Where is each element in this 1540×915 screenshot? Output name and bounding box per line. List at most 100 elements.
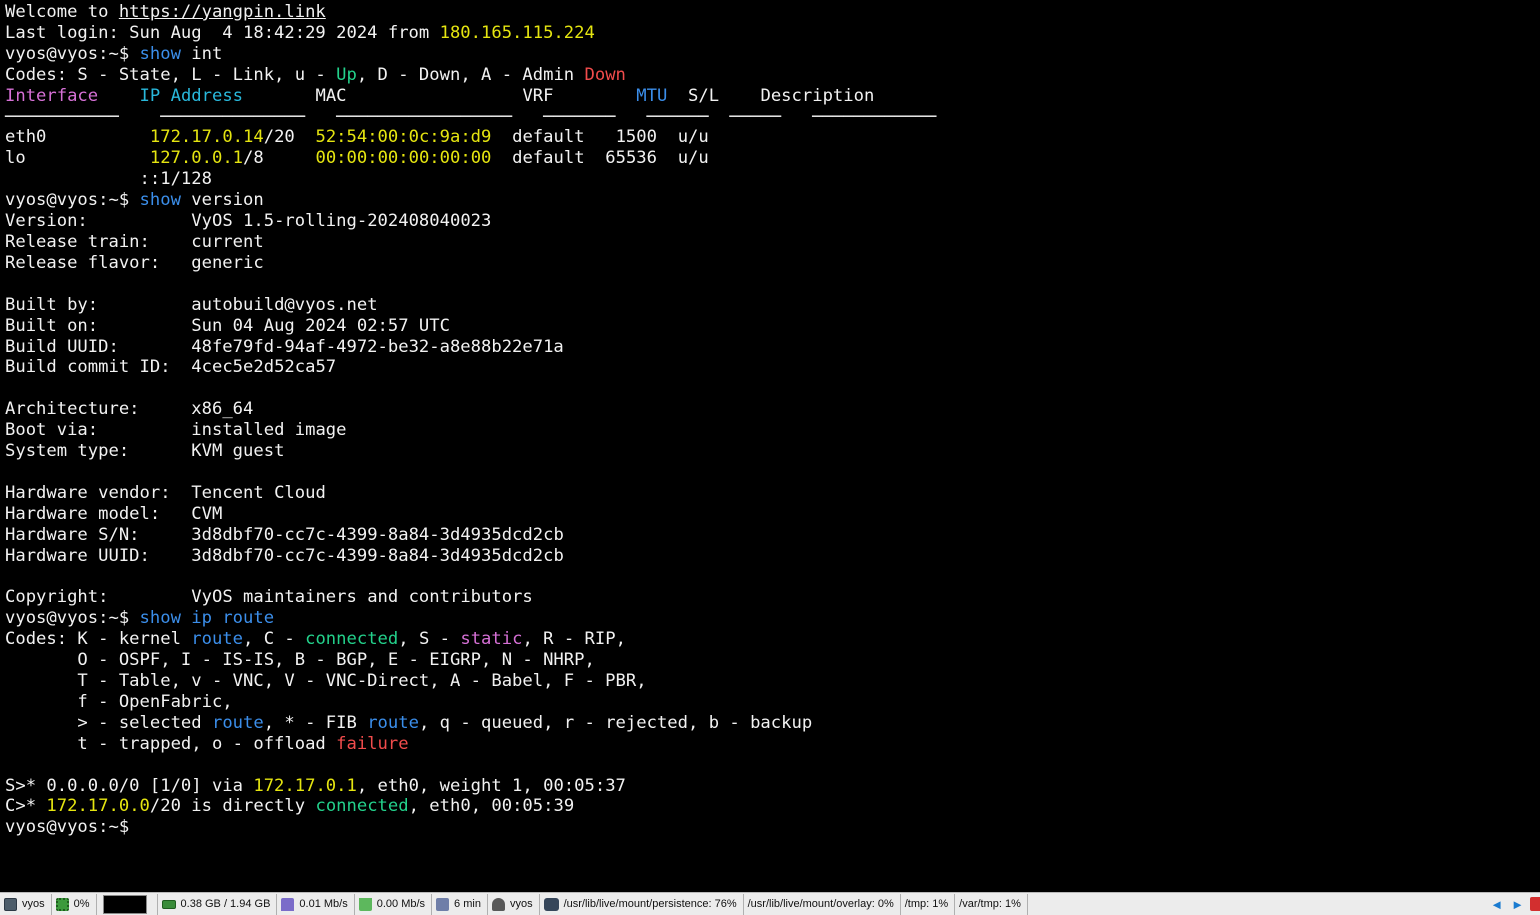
command-keyword: show <box>139 43 181 64</box>
version-key: Hardware vendor: <box>5 482 171 503</box>
version-key: Hardware UUID: <box>5 545 150 566</box>
int-codes-text: , D - Down, A - Admin <box>356 64 585 85</box>
int-codes-line: Codes: S - State, L - Link, u - Up, D - … <box>5 65 1540 86</box>
last-login-line: Last login: Sun Aug 4 18:42:29 2024 from… <box>5 23 1540 44</box>
header-description: Description <box>760 85 875 106</box>
scroll-left-icon[interactable]: ◄ <box>1486 894 1507 915</box>
host-indicator[interactable]: vyos <box>0 893 52 915</box>
version-row: Hardware UUID: 3d8dbf70-cc7c-4399-8a84-3… <box>5 546 1540 567</box>
disk-overlay-label: /usr/lib/live/mount/overlay: 0% <box>747 898 894 910</box>
clock-icon <box>436 897 450 911</box>
disk-vartmp-label: /var/tmp: 1% <box>959 898 1021 910</box>
cpu-indicator[interactable]: 0% <box>52 893 97 915</box>
command-keyword: show <box>139 190 181 211</box>
ram-indicator[interactable]: 0.38 GB / 1.94 GB <box>158 893 278 915</box>
version-key: Architecture: <box>5 399 140 420</box>
code-route: route <box>191 629 244 650</box>
version-value: installed image <box>191 420 347 441</box>
welcome-line: Welcome to https://yangpin.link <box>5 2 1540 23</box>
command-keyword: show <box>139 608 181 629</box>
version-pad <box>150 232 191 252</box>
version-pad <box>98 420 191 440</box>
version-row: Architecture: x86_64 <box>5 399 1540 420</box>
version-key: Release flavor: <box>5 252 161 273</box>
version-value: current <box>191 231 264 252</box>
version-value: 4cec5e2d52ca57 <box>191 357 337 378</box>
version-value: 48fe79fd-94af-4972-be32-a8e88b22e71a <box>191 336 564 357</box>
prompt-line[interactable]: vyos@vyos:~$ <box>5 817 1540 838</box>
uptime-label: 6 min <box>454 898 481 910</box>
table-row: lo 127.0.0.1/8 00:00:00:00:00:00 default… <box>5 148 1540 169</box>
cpu-graph <box>102 894 147 914</box>
version-key: Version: <box>5 211 88 232</box>
version-row: Built on: Sun 04 Aug 2024 02:57 UTC <box>5 316 1540 337</box>
close-icon[interactable] <box>1530 897 1540 911</box>
version-row: Release flavor: generic <box>5 253 1540 274</box>
version-key: Built by: <box>5 294 99 315</box>
version-pad <box>88 211 191 231</box>
cell-interface: eth0 <box>5 127 47 148</box>
header-ip-address: IP Address <box>139 85 244 106</box>
code-failure: failure <box>336 733 409 754</box>
version-pad <box>119 337 191 357</box>
scroll-right-icon[interactable]: ► <box>1507 894 1528 915</box>
user-icon <box>491 897 505 911</box>
disk-vartmp-indicator[interactable]: /var/tmp: 1% <box>955 893 1028 915</box>
net-up-indicator[interactable]: 0.01 Mb/s <box>277 893 355 915</box>
uptime-indicator[interactable]: 6 min <box>432 893 488 915</box>
version-key: Release train: <box>5 231 150 252</box>
code-down: Down <box>584 64 626 85</box>
int-codes-text: Codes: S - State, L - Link, u - <box>5 64 337 85</box>
version-row: Copyright: VyOS maintainers and contribu… <box>5 587 1540 608</box>
code-route: route <box>211 712 264 733</box>
welcome-link[interactable]: https://yangpin.link <box>119 2 326 22</box>
route-codes-line: O - OSPF, I - IS-IS, B - BGP, E - EIGRP,… <box>5 650 595 671</box>
version-key: Hardware S/N: <box>5 524 140 545</box>
route-codes-text: , C - <box>243 629 306 650</box>
route-codes-text: , q - queued, r - rejected, b - backup <box>418 712 813 733</box>
last-login-ip: 180.165.115.224 <box>439 22 595 43</box>
version-row: Build UUID: 48fe79fd-94af-4972-be32-a8e8… <box>5 337 1540 358</box>
route-entry: S>* 0.0.0.0/0 [1/0] via 172.17.0.1, eth0… <box>5 776 1540 797</box>
status-taskbar: vyos 0% 0.38 GB / 1.94 GB 0.01 Mb/s 0.00… <box>0 892 1540 915</box>
cell-ip: 172.17.0.14 <box>149 127 264 148</box>
cpu-graph-segment[interactable] <box>97 893 158 915</box>
disk-persistence-indicator[interactable]: /usr/lib/live/mount/persistence: 76% <box>540 893 744 915</box>
code-static: static <box>460 629 523 650</box>
version-value: VyOS 1.5-rolling-202408040023 <box>191 211 492 232</box>
version-row: Hardware vendor: Tencent Cloud <box>5 483 1540 504</box>
version-row: Hardware model: CVM <box>5 504 1540 525</box>
command-argument: int <box>180 43 223 64</box>
route-codes-text: , S - <box>398 629 461 650</box>
terminal-window[interactable]: Welcome to https://yangpin.link Last log… <box>0 0 1540 892</box>
route-codes-text: t - trapped, o - offload <box>5 733 337 754</box>
prompt-line: vyos@vyos:~$ show int <box>5 44 1540 65</box>
version-row: System type: KVM guest <box>5 441 1540 462</box>
disk-tmp-indicator[interactable]: /tmp: 1% <box>901 893 956 915</box>
net-down-indicator[interactable]: 0.00 Mb/s <box>355 893 433 915</box>
route-codes-line: T - Table, v - VNC, V - VNC-Direct, A - … <box>5 671 647 691</box>
version-pad <box>129 441 191 461</box>
version-value: 3d8dbf70-cc7c-4399-8a84-3d4935dcd2cb <box>191 524 564 545</box>
version-output: Version: VyOS 1.5-rolling-202408040023 Re… <box>5 211 1540 608</box>
user-indicator[interactable]: vyos <box>488 893 540 915</box>
prompt: vyos@vyos:~$ <box>5 43 140 64</box>
route-text: S>* 0.0.0.0/0 [1/0] via <box>5 775 254 796</box>
route-text: , eth0, weight 1, 00:05:37 <box>356 775 626 796</box>
route-connected: connected <box>315 796 409 817</box>
host-label: vyos <box>22 898 45 910</box>
cell-sl: u/u <box>677 148 709 169</box>
net-up-label: 0.01 Mb/s <box>299 898 348 910</box>
version-value: 3d8dbf70-cc7c-4399-8a84-3d4935dcd2cb <box>191 545 564 566</box>
cell-prefix: /20 <box>263 127 295 148</box>
cell-ip: ::1/128 <box>139 169 212 190</box>
ram-label: 0.38 GB / 1.94 GB <box>180 898 271 910</box>
route-codes-line: t - trapped, o - offload failure <box>5 734 1540 755</box>
version-value: Sun 04 Aug 2024 02:57 UTC <box>191 315 450 336</box>
version-row: Built by: autobuild@vyos.net <box>5 295 1540 316</box>
version-value: KVM guest <box>191 441 285 462</box>
disk-overlay-indicator[interactable]: /usr/lib/live/mount/overlay: 0% <box>744 893 901 915</box>
route-codes-text: > - selected <box>5 712 212 733</box>
